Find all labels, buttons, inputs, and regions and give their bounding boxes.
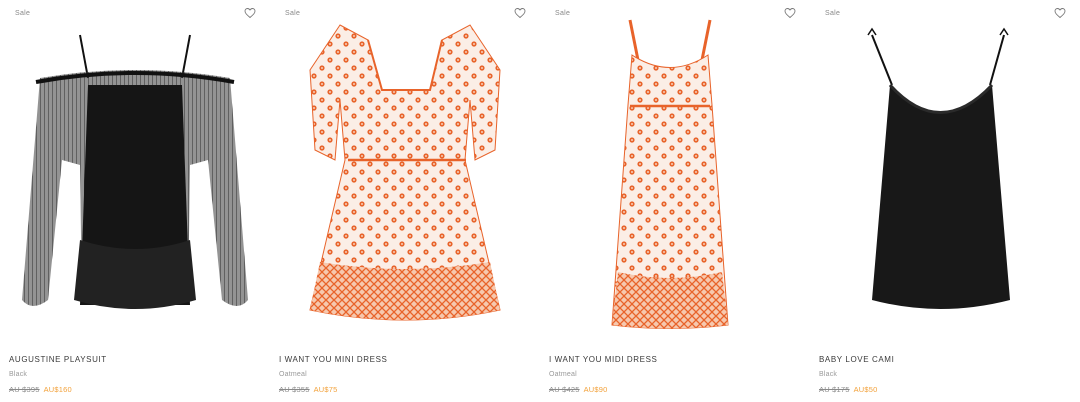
product-color: Oatmeal (549, 371, 577, 378)
black-sheer-playsuit-image (22, 34, 248, 309)
original-price: AU $355 (279, 385, 310, 394)
heart-outline-icon[interactable] (244, 7, 256, 19)
original-price: AU $395 (9, 385, 40, 394)
original-price: AU $425 (549, 385, 580, 394)
product-price: AU $425 AU$90 (549, 385, 608, 394)
product-name[interactable]: I WANT YOU MIDI DRESS (549, 355, 657, 364)
product-color: Black (9, 371, 28, 378)
product-color: Oatmeal (279, 371, 307, 378)
product-price: AU $395 AU$160 (9, 385, 72, 394)
black-cami-top-image (867, 27, 1010, 309)
product-color: Black (819, 371, 838, 378)
sale-badge: Sale (825, 10, 841, 17)
sale-price: AU$160 (43, 385, 72, 394)
product-card[interactable]: Sale I WANT YOU MIDI DRESS Oatmeal AU $4… (540, 0, 810, 402)
product-card[interactable]: Sale I WANT YOU MINI DRESS Oatmeal AU $3… (270, 0, 540, 402)
heart-outline-icon[interactable] (514, 7, 526, 19)
sale-price: AU$50 (853, 385, 878, 394)
product-image[interactable] (810, 0, 1080, 340)
product-image[interactable] (540, 0, 810, 340)
sale-badge: Sale (285, 10, 301, 17)
sale-price: AU$75 (313, 385, 338, 394)
product-name[interactable]: BABY LOVE CAMI (819, 355, 894, 364)
sale-badge: Sale (555, 10, 571, 17)
product-image[interactable] (0, 0, 270, 340)
heart-outline-icon[interactable] (784, 7, 796, 19)
sale-badge: Sale (15, 10, 31, 17)
heart-outline-icon[interactable] (1054, 7, 1066, 19)
product-price: AU $175 AU$50 (819, 385, 878, 394)
product-card[interactable]: Sale BABY LOVE CAMI Black AU $175 AU$50 (810, 0, 1080, 402)
product-name[interactable]: AUGUSTINE PLAYSUIT (9, 355, 107, 364)
product-grid: Sale AUGUSTINE PLAYSUIT Black AU $395 AU$… (0, 0, 1080, 402)
orange-floral-midi-dress-image (611, 19, 729, 329)
product-image[interactable] (270, 0, 540, 340)
sale-price: AU$90 (583, 385, 608, 394)
product-name[interactable]: I WANT YOU MINI DRESS (279, 355, 387, 364)
orange-floral-mini-dress-image (309, 24, 501, 321)
product-price: AU $355 AU$75 (279, 385, 338, 394)
product-card[interactable]: Sale AUGUSTINE PLAYSUIT Black AU $395 AU$… (0, 0, 270, 402)
original-price: AU $175 (819, 385, 850, 394)
